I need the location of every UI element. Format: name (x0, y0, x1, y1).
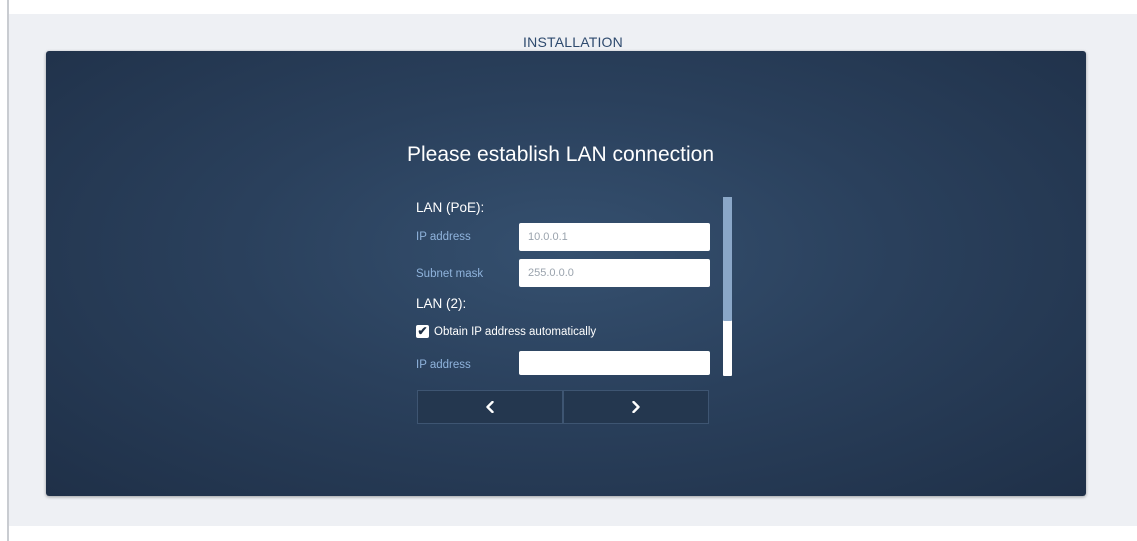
obtain-ip-auto-row[interactable]: ✔ Obtain IP address automatically (416, 325, 596, 338)
checkmark-icon: ✔ (417, 324, 428, 338)
lan-poe-mask-input[interactable] (519, 259, 710, 287)
lan2-title: LAN (2): (416, 296, 467, 311)
chevron-left-icon (485, 401, 495, 413)
dialog-heading: Please establish LAN connection (407, 143, 715, 166)
obtain-ip-auto-label[interactable]: Obtain IP address automatically (434, 326, 596, 338)
lan-poe-title: LAN (PoE): (416, 200, 485, 215)
lan2-ip-label: IP address (416, 359, 471, 371)
chevron-right-icon (631, 401, 641, 413)
obtain-ip-auto-checkbox[interactable]: ✔ (416, 325, 429, 338)
page-title: INSTALLATION (523, 34, 623, 50)
back-button[interactable] (417, 390, 563, 424)
lan2-ip-input[interactable] (519, 351, 710, 375)
lan-poe-ip-input[interactable] (519, 223, 710, 251)
scrollbar-thumb[interactable] (723, 197, 732, 321)
lan-poe-ip-label: IP address (416, 231, 471, 243)
form-scrollbar[interactable] (723, 197, 732, 376)
lan-poe-mask-label: Subnet mask (416, 268, 484, 280)
next-button[interactable] (563, 390, 709, 424)
